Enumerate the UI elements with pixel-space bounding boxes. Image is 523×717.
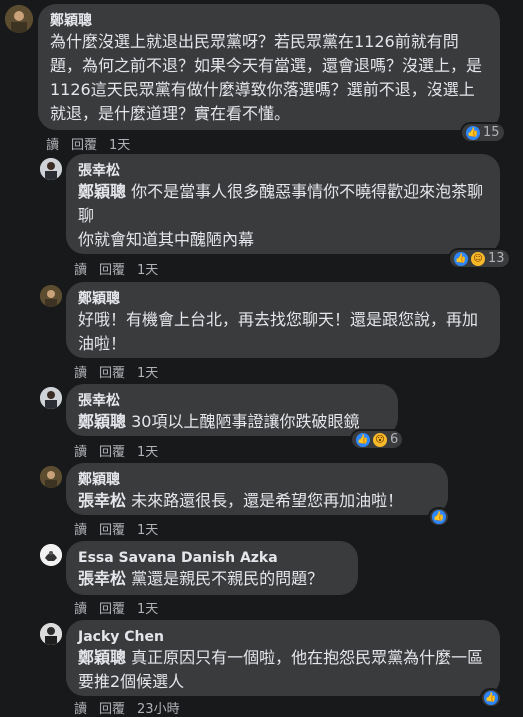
read-link[interactable]: 讀	[74, 598, 87, 617]
reply-link[interactable]: 回覆	[99, 259, 125, 278]
avatar[interactable]	[40, 466, 62, 488]
comment-author[interactable]: Essa Savana Danish Azka	[78, 549, 346, 567]
comment-bubble: Jacky Chen 鄭穎聰 真正原因只有一個啦，他在抱怨民眾黨為什麼一區要推2…	[66, 620, 500, 696]
comment-bubble: 鄭穎聰 為什麼沒選上就退出民眾黨呀？若民眾黨在1126前就有問題，為何之前不退？…	[38, 4, 500, 130]
read-link[interactable]: 讀	[46, 134, 59, 153]
like-icon: 👍	[466, 125, 480, 140]
avatar[interactable]	[40, 623, 62, 645]
reaction-count[interactable]: 👍 ☺ 13	[450, 250, 509, 267]
like-icon: 👍	[454, 251, 468, 266]
comment-actions: 讀 回覆 1天	[74, 362, 158, 381]
comment-bubble: 張幸松 鄭穎聰 30項以上醜陋事證讓你跌破眼鏡	[66, 384, 398, 436]
mention[interactable]: 張幸松	[78, 569, 126, 588]
timestamp[interactable]: 1天	[137, 441, 158, 460]
reaction-badge[interactable]: 👍	[430, 509, 448, 525]
timestamp[interactable]: 1天	[137, 598, 158, 617]
like-icon: 👍	[356, 432, 370, 447]
avatar[interactable]	[5, 5, 33, 33]
comment-text: 鄭穎聰 30項以上醜陋事證讓你跌破眼鏡	[78, 412, 360, 431]
comment-actions: 讀 回覆 1天	[74, 441, 158, 460]
mention[interactable]: 鄭穎聰	[78, 412, 126, 431]
comment-actions: 讀 回覆 23小時	[74, 698, 180, 717]
timestamp[interactable]: 1天	[109, 134, 130, 153]
comment-author[interactable]: 鄭穎聰	[50, 12, 488, 30]
comment-author[interactable]: 鄭穎聰	[78, 471, 436, 489]
timestamp[interactable]: 1天	[137, 259, 158, 278]
like-icon: 👍	[484, 691, 498, 705]
comment-bubble: 鄭穎聰 好哦！有機會上台北，再去找您聊天！還是跟您說，再加油啦！	[66, 282, 500, 358]
reply-link[interactable]: 回覆	[71, 134, 97, 153]
avatar[interactable]	[40, 158, 62, 180]
read-link[interactable]: 讀	[74, 441, 87, 460]
read-link[interactable]: 讀	[74, 362, 87, 381]
comment-author[interactable]: 鄭穎聰	[78, 290, 488, 308]
comment-text: 鄭穎聰 你不是當事人很多醜惡事情你不曉得歡迎來泡茶聊聊 你就會知道其中醜陋內幕	[78, 182, 484, 249]
comment-bubble: 張幸松 鄭穎聰 你不是當事人很多醜惡事情你不曉得歡迎來泡茶聊聊 你就會知道其中醜…	[66, 154, 500, 254]
comment-author[interactable]: 張幸松	[78, 162, 488, 180]
comment-actions: 讀 回覆 1天	[74, 519, 158, 538]
reaction-count[interactable]: 👍 😮 6	[352, 431, 403, 448]
mention[interactable]: 張幸松	[78, 491, 126, 510]
wow-icon: 😮	[373, 432, 387, 447]
mention[interactable]: 鄭穎聰	[78, 648, 126, 667]
comment-actions: 讀 回覆 1天	[46, 134, 130, 153]
comment-bubble: Essa Savana Danish Azka 張幸松 黨還是親民不親民的問題？	[66, 541, 358, 595]
mention[interactable]: 鄭穎聰	[78, 182, 126, 201]
comment-bubble: 鄭穎聰 張幸松 未來路還很長，還是希望您再加油啦！	[66, 463, 448, 515]
comment-actions: 讀 回覆 1天	[74, 598, 158, 617]
comment-text: 鄭穎聰 真正原因只有一個啦，他在抱怨民眾黨為什麼一區要推2個候選人	[78, 648, 484, 691]
reply-link[interactable]: 回覆	[99, 362, 125, 381]
timestamp[interactable]: 1天	[137, 362, 158, 381]
reaction-count[interactable]: 👍 15	[462, 124, 504, 141]
avatar[interactable]	[40, 387, 62, 409]
comment-actions: 讀 回覆 1天	[74, 259, 158, 278]
reply-link[interactable]: 回覆	[99, 519, 125, 538]
read-link[interactable]: 讀	[74, 259, 87, 278]
timestamp[interactable]: 23小時	[137, 698, 180, 717]
comment-text: 張幸松 未來路還很長，還是希望您再加油啦！	[78, 491, 404, 510]
timestamp[interactable]: 1天	[137, 519, 158, 538]
reply-link[interactable]: 回覆	[99, 698, 125, 717]
comment-author[interactable]: Jacky Chen	[78, 628, 488, 646]
comment-text: 為什麼沒選上就退出民眾黨呀？若民眾黨在1126前就有問題，為何之前不退？如果今天…	[50, 32, 483, 123]
comment-author[interactable]: 張幸松	[78, 392, 386, 410]
avatar[interactable]	[40, 544, 62, 566]
reply-link[interactable]: 回覆	[99, 441, 125, 460]
comment-text: 張幸松 黨還是親民不親民的問題？	[78, 569, 324, 588]
read-link[interactable]: 讀	[74, 698, 87, 717]
comment-text: 好哦！有機會上台北，再去找您聊天！還是跟您說，再加油啦！	[78, 310, 479, 353]
care-icon: ☺	[471, 251, 485, 266]
reply-link[interactable]: 回覆	[99, 598, 125, 617]
avatar[interactable]	[40, 285, 62, 307]
read-link[interactable]: 讀	[74, 519, 87, 538]
like-icon: 👍	[432, 510, 446, 524]
